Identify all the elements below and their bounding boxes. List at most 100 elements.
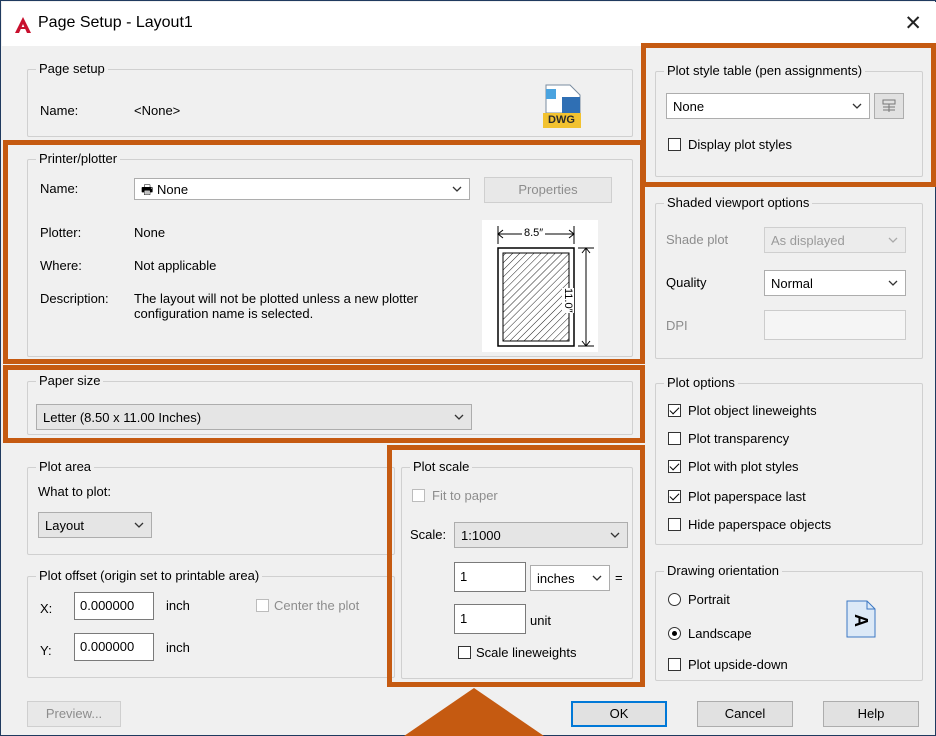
portrait-radio[interactable] (668, 593, 681, 606)
offset-y-label: Y: (40, 643, 52, 658)
shaded-viewport-group: Shaded viewport options Shade plot As di… (655, 195, 923, 359)
scale-inches-value: 1 (460, 569, 468, 584)
plot-style-select[interactable]: None (666, 93, 870, 119)
plot-option-label-1: Plot transparency (688, 431, 790, 446)
scale-lineweights-checkbox[interactable] (458, 646, 471, 659)
upside-down-label: Plot upside-down (688, 657, 788, 672)
close-icon[interactable]: ✕ (904, 11, 922, 36)
scale-units-value: inches (537, 571, 575, 586)
center-plot-label: Center the plot (274, 598, 360, 613)
shade-plot-label: Shade plot (666, 232, 729, 247)
properties-button[interactable]: Properties (484, 177, 612, 203)
scale-unit-value: 1 (460, 611, 468, 626)
offset-y-input[interactable]: 0.000000 (74, 633, 154, 661)
scale-value: 1:1000 (461, 528, 501, 543)
dpi-input[interactable] (764, 310, 906, 340)
title-bar: Page Setup - Layout1 ✕ (2, 2, 936, 46)
plot-option-checkbox-0[interactable] (668, 404, 681, 417)
fit-to-paper-checkbox[interactable] (412, 489, 425, 502)
scale-units-select[interactable]: inches (530, 565, 610, 591)
autocad-logo-icon (15, 17, 31, 33)
page-setup-legend: Page setup (36, 61, 108, 76)
plot-option-checkbox-2[interactable] (668, 460, 681, 473)
plot-option-label-0: Plot object lineweights (688, 403, 817, 418)
page-setup-group: Page setup Name: <None> DWG (27, 61, 633, 137)
paper-size-value: Letter (8.50 x 11.00 Inches) (43, 410, 202, 425)
plot-style-table-legend: Plot style table (pen assignments) (664, 63, 866, 78)
quality-value: Normal (771, 276, 813, 291)
plot-style-edit-button[interactable] (874, 93, 904, 119)
printer-icon: 🖶 (141, 182, 154, 197)
ok-button[interactable]: OK (571, 701, 667, 727)
paper-width-label: 8.5″ (522, 227, 546, 239)
shade-plot-select[interactable]: As displayed (764, 227, 906, 253)
plot-option-checkbox-1[interactable] (668, 432, 681, 445)
plot-area-legend: Plot area (36, 459, 95, 474)
description-label: Description: (40, 291, 109, 306)
plot-option-checkbox-4[interactable] (668, 518, 681, 531)
plot-offset-legend: Plot offset (origin set to printable are… (36, 568, 263, 583)
plot-option-label-4: Hide paperspace objects (688, 517, 832, 532)
printer-name-select[interactable]: 🖶 None (134, 178, 470, 200)
portrait-label: Portrait (688, 592, 730, 607)
chevron-down-icon (610, 532, 620, 538)
scale-unit-label: unit (530, 613, 551, 628)
preview-button[interactable]: Preview... (27, 701, 121, 727)
cancel-button[interactable]: Cancel (697, 701, 793, 727)
plot-style-table-group: Plot style table (pen assignments) None … (655, 63, 923, 177)
where-value: Not applicable (134, 258, 217, 273)
what-to-plot-value: Layout (45, 518, 85, 533)
paper-preview: 8.5″ 11.0″ (482, 220, 598, 352)
scale-inches-input[interactable]: 1 (454, 562, 526, 592)
description-line-1: The layout will not be plotted unless a … (134, 291, 419, 306)
paper-size-group: Paper size Letter (8.50 x 11.00 Inches) (27, 373, 633, 435)
plotter-label: Plotter: (40, 225, 82, 240)
what-to-plot-select[interactable]: Layout (38, 512, 152, 538)
dwg-file-icon: DWG (540, 83, 584, 129)
chevron-down-icon (452, 186, 462, 192)
landscape-radio[interactable] (668, 627, 681, 640)
plot-options-group: Plot options Plot object lineweights Plo… (655, 375, 923, 545)
help-button[interactable]: Help (823, 701, 919, 727)
page-setup-name-label: Name: (40, 103, 79, 118)
highlight-arrow (404, 688, 544, 736)
plot-area-group: Plot area What to plot: Layout (27, 459, 395, 555)
plot-scale-legend: Plot scale (410, 459, 473, 474)
plot-style-value: None (673, 99, 705, 114)
quality-select[interactable]: Normal (764, 270, 906, 296)
shaded-viewport-legend: Shaded viewport options (664, 195, 813, 210)
equals-sign: = (615, 570, 623, 585)
display-plot-styles-label: Display plot styles (688, 137, 793, 152)
offset-x-input[interactable]: 0.000000 (74, 592, 154, 620)
plot-option-label-2: Plot with plot styles (688, 459, 799, 474)
description-line-2: configuration name is selected. (134, 306, 314, 321)
display-plot-styles-checkbox[interactable] (668, 138, 681, 151)
fit-to-paper-label: Fit to paper (432, 488, 498, 503)
plot-option-checkbox-3[interactable] (668, 490, 681, 503)
center-plot-checkbox[interactable] (256, 599, 269, 612)
printer-plotter-legend: Printer/plotter (36, 151, 121, 166)
chevron-down-icon (134, 522, 144, 528)
plot-options-legend: Plot options (664, 375, 738, 390)
scale-unit-input[interactable]: 1 (454, 604, 526, 634)
paper-height-label: 11.0″ (562, 288, 574, 313)
landscape-label: Landscape (688, 626, 752, 641)
scale-lineweights-label: Scale lineweights (476, 645, 577, 660)
plot-offset-group: Plot offset (origin set to printable are… (27, 568, 395, 678)
chevron-down-icon (454, 414, 464, 420)
plot-option-label-3: Plot paperspace last (688, 489, 806, 504)
chevron-down-icon (592, 575, 602, 581)
landscape-orientation-icon: A (846, 600, 876, 638)
chevron-down-icon (888, 237, 898, 243)
chevron-down-icon (852, 103, 862, 109)
chevron-down-icon (888, 280, 898, 286)
offset-x-label: X: (40, 601, 53, 616)
scale-select[interactable]: 1:1000 (454, 522, 628, 548)
offset-x-value: 0.000000 (80, 598, 135, 613)
dwg-icon-text: DWG (548, 114, 575, 126)
printer-plotter-group: Printer/plotter Name: 🖶 None Properties … (27, 151, 633, 357)
offset-x-unit: inch (166, 598, 190, 613)
paper-size-select[interactable]: Letter (8.50 x 11.00 Inches) (36, 404, 472, 430)
upside-down-checkbox[interactable] (668, 658, 681, 671)
offset-y-value: 0.000000 (80, 639, 135, 654)
